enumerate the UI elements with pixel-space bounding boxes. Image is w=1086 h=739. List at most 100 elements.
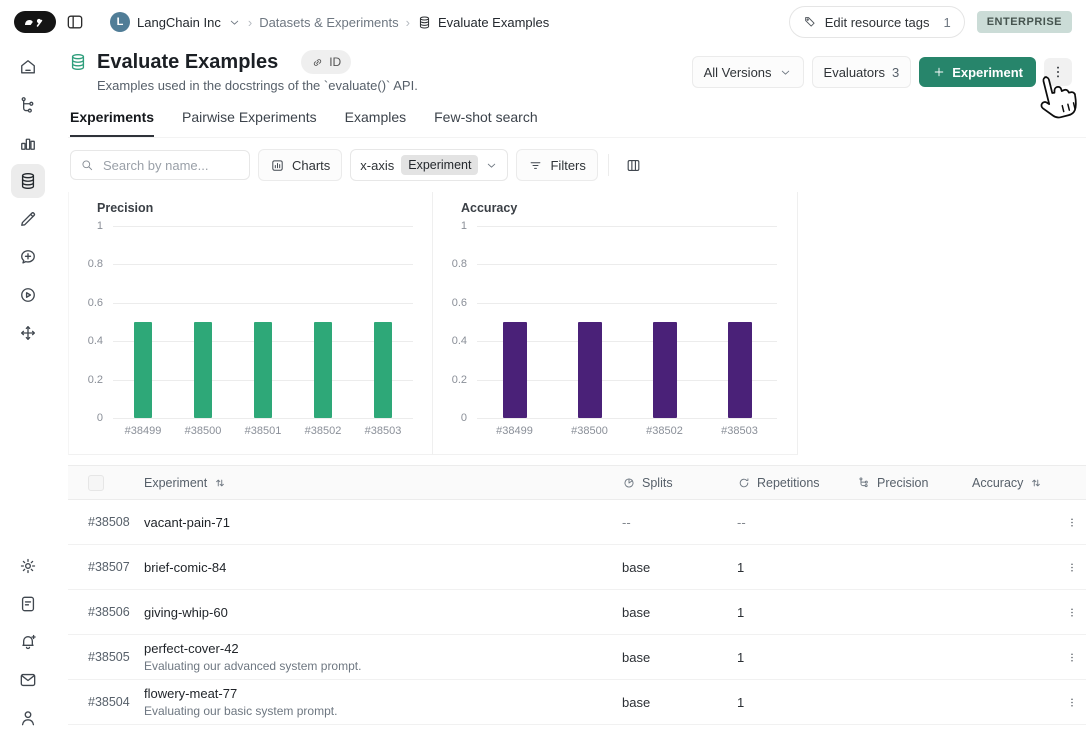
experiment-id: #38504	[68, 695, 144, 709]
flow-icon	[18, 95, 38, 115]
sidebar-item-database[interactable]	[11, 164, 45, 198]
experiment-name[interactable]: perfect-cover-42	[144, 641, 622, 656]
all-versions-button[interactable]: All Versions	[692, 56, 804, 88]
langsmith-logo[interactable]	[14, 11, 56, 33]
chevron-down-icon	[779, 66, 792, 79]
edit-resource-tags-button[interactable]: Edit resource tags 1	[789, 6, 965, 38]
search-input[interactable]	[101, 157, 240, 174]
x-axis-tick: #38502	[291, 425, 355, 437]
sidebar-item-home[interactable]	[11, 50, 45, 84]
repetitions-value: 1	[737, 605, 857, 620]
experiments-table: Experiment Splits Repetitions Precision …	[68, 465, 1086, 725]
sidebar-item-chat-plus[interactable]	[11, 240, 45, 274]
experiment-name[interactable]: brief-comic-84	[144, 560, 622, 575]
x-axis-tick: #38501	[231, 425, 295, 437]
row-menu-button[interactable]	[1060, 555, 1084, 579]
experiment-name[interactable]: flowery-meat-77	[144, 686, 622, 701]
pie-chart-icon	[622, 476, 636, 490]
sidebar-item-bar-chart[interactable]	[11, 126, 45, 160]
y-axis-tick: 0.4	[73, 335, 103, 347]
breadcrumb-page[interactable]: Evaluate Examples	[417, 15, 549, 30]
table-row[interactable]: #38508vacant-pain-71----	[68, 500, 1086, 545]
sidebar-item-pencil[interactable]	[11, 202, 45, 236]
new-experiment-button[interactable]: Experiment	[919, 57, 1036, 87]
x-axis-tick: #38500	[171, 425, 235, 437]
tab-examples[interactable]: Examples	[345, 109, 406, 137]
pencil-icon	[18, 209, 38, 229]
page-title: Evaluate Examples	[97, 51, 278, 74]
evaluators-count: 3	[892, 65, 899, 80]
table-row[interactable]: #38504flowery-meat-77Evaluating our basi…	[68, 680, 1086, 725]
repetitions-value: 1	[737, 560, 857, 575]
repetitions-value: 1	[737, 695, 857, 710]
filters-button[interactable]: Filters	[516, 149, 597, 181]
sidebar-item-document[interactable]	[11, 587, 45, 621]
chart-gridline	[477, 264, 777, 265]
bar-#38502[interactable]	[314, 322, 332, 418]
experiment-id: #38506	[68, 605, 144, 619]
table-row[interactable]: #38505perfect-cover-42Evaluating our adv…	[68, 635, 1086, 680]
tab-pairwise-experiments[interactable]: Pairwise Experiments	[182, 109, 317, 137]
tab-experiments[interactable]: Experiments	[70, 109, 154, 137]
y-axis-tick: 0	[73, 412, 103, 424]
toolbar-divider	[608, 154, 609, 176]
bar-#38500[interactable]	[578, 322, 602, 418]
table-body: #38508vacant-pain-71----#38507brief-comi…	[68, 500, 1086, 725]
column-precision: Precision	[877, 476, 928, 490]
experiment-name-cell: brief-comic-84	[144, 560, 622, 575]
row-menu-button[interactable]	[1060, 645, 1084, 669]
row-menu-button[interactable]	[1060, 690, 1084, 714]
experiment-id: #38508	[68, 515, 144, 529]
experiments-toolbar: Charts x-axis Experiment Filters	[68, 138, 1086, 190]
y-axis-tick: 0.2	[437, 374, 467, 386]
bar-#38501[interactable]	[254, 322, 272, 418]
x-axis-label: x-axis	[360, 158, 394, 173]
bar-#38499[interactable]	[134, 322, 152, 418]
y-axis-tick: 0.8	[73, 258, 103, 270]
page-tabs: Experiments Pairwise Experiments Example…	[68, 93, 1086, 138]
sidebar-item-move[interactable]	[11, 316, 45, 350]
table-row[interactable]: #38506giving-whip-60base1	[68, 590, 1086, 635]
columns-button[interactable]	[619, 150, 649, 180]
gear-icon	[18, 556, 38, 576]
breadcrumb-org[interactable]: LangChain Inc	[137, 15, 221, 30]
mail-icon	[18, 670, 38, 690]
plus-icon	[932, 65, 946, 79]
experiment-name[interactable]: giving-whip-60	[144, 605, 622, 620]
sidebar-item-flow[interactable]	[11, 88, 45, 122]
sidebar-item-person[interactable]	[11, 701, 45, 735]
x-axis-tick: #38500	[558, 425, 622, 437]
sidebar-item-bell-plus[interactable]	[11, 625, 45, 659]
tab-few-shot-search[interactable]: Few-shot search	[434, 109, 537, 137]
sidebar-item-gear[interactable]	[11, 549, 45, 583]
search-icon	[80, 158, 94, 172]
bar-#38502[interactable]	[653, 322, 677, 418]
breadcrumb-section[interactable]: Datasets & Experiments	[259, 15, 398, 30]
sidebar-item-play-circle[interactable]	[11, 278, 45, 312]
bar-#38503[interactable]	[374, 322, 392, 418]
sidebar-toggle-icon[interactable]	[65, 12, 85, 32]
select-all-checkbox[interactable]	[88, 475, 104, 491]
bar-#38503[interactable]	[728, 322, 752, 418]
experiment-name[interactable]: vacant-pain-71	[144, 515, 622, 530]
org-switcher-chevron-icon[interactable]	[228, 16, 241, 29]
copy-id-button[interactable]: ID	[301, 50, 351, 74]
evaluators-button[interactable]: Evaluators 3	[812, 56, 912, 88]
sort-icon[interactable]	[1029, 476, 1043, 490]
row-menu-button[interactable]	[1060, 510, 1084, 534]
charts-toggle-button[interactable]: Charts	[258, 149, 342, 181]
column-repetitions: Repetitions	[757, 476, 820, 490]
bar-#38500[interactable]	[194, 322, 212, 418]
filter-icon	[528, 158, 543, 173]
repetitions-value: 1	[737, 650, 857, 665]
row-menu-button[interactable]	[1060, 600, 1084, 624]
y-axis-tick: 0.6	[73, 297, 103, 309]
sidebar-item-mail[interactable]	[11, 663, 45, 697]
x-axis-selector[interactable]: x-axis Experiment	[350, 149, 508, 181]
bar-#38499[interactable]	[503, 322, 527, 418]
sort-icon[interactable]	[213, 476, 227, 490]
experiment-id: #38505	[68, 650, 144, 664]
tag-icon	[803, 15, 817, 29]
table-row[interactable]: #38507brief-comic-84base1	[68, 545, 1086, 590]
org-avatar[interactable]: L	[110, 12, 130, 32]
